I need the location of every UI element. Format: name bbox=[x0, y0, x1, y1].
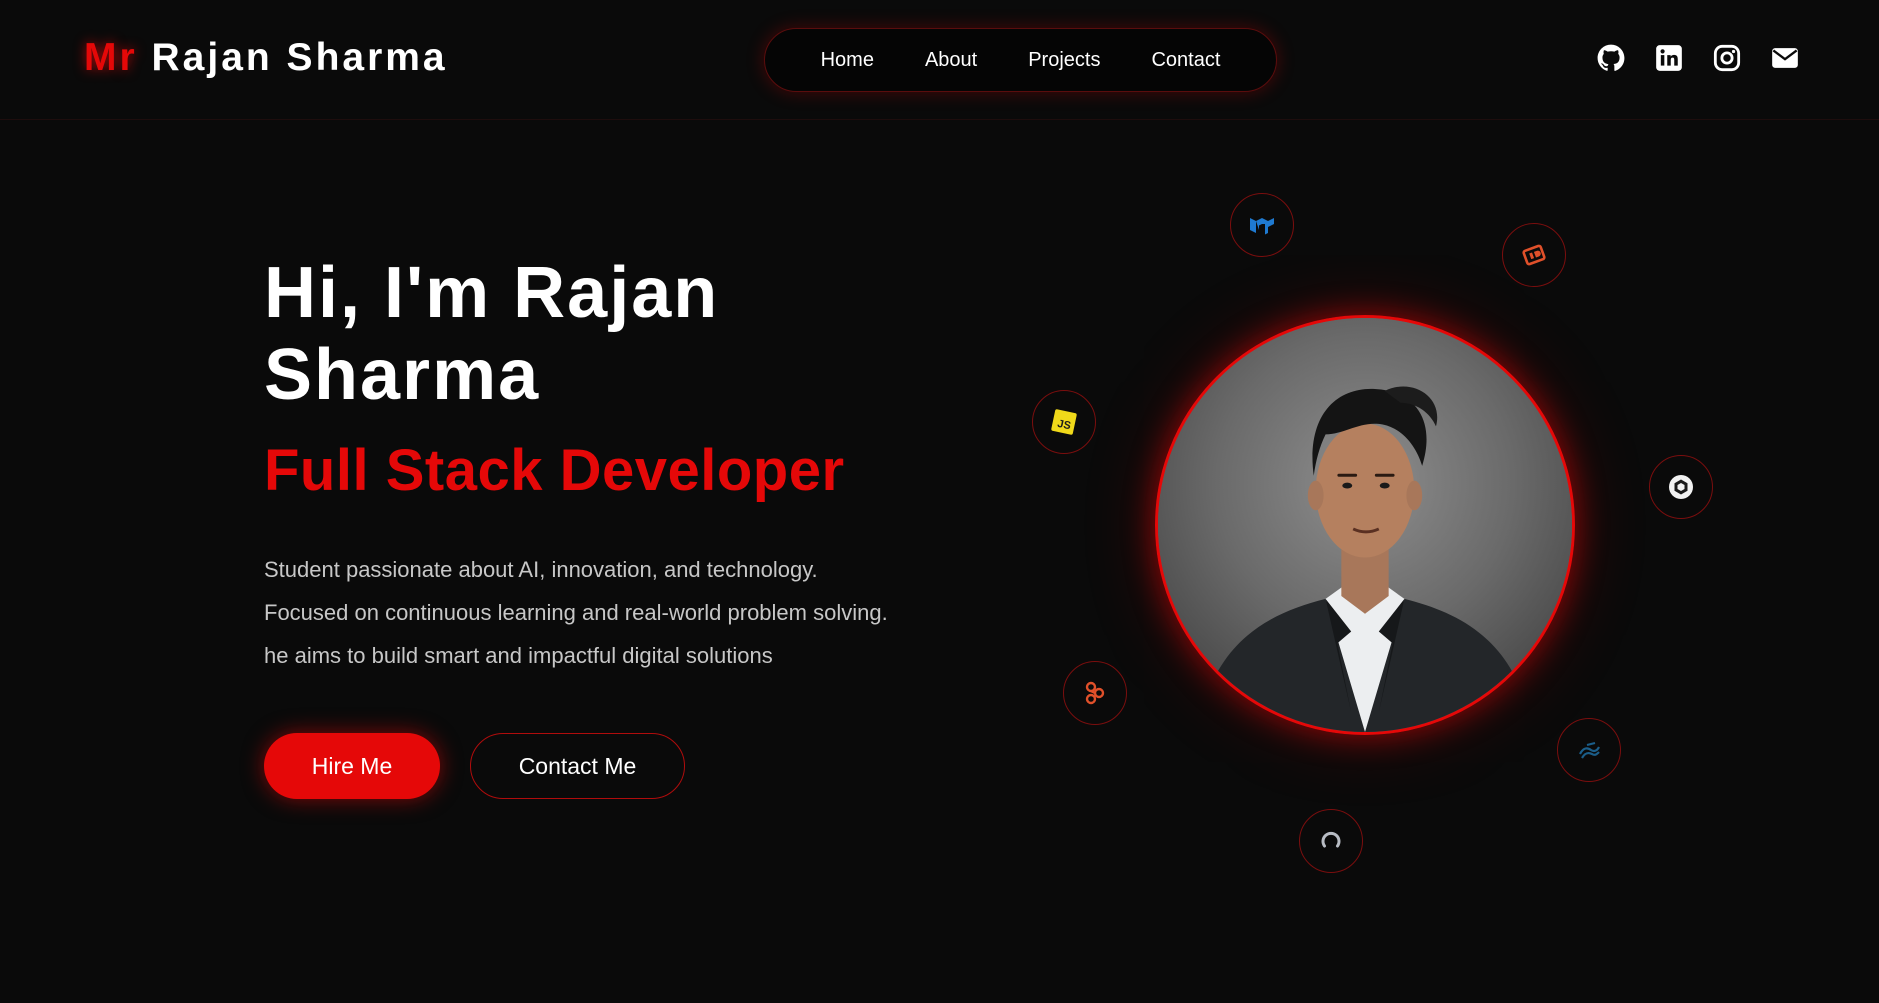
hero-description-line: Student passionate about AI, innovation,… bbox=[264, 557, 818, 582]
hero-description: Student passionate about AI, innovation,… bbox=[264, 548, 1024, 677]
hero-description-line: Focused on continuous learning and real-… bbox=[264, 600, 888, 625]
hero-description-line: he aims to build smart and impactful dig… bbox=[264, 643, 773, 668]
github-icon[interactable] bbox=[1597, 44, 1625, 72]
unity-icon[interactable] bbox=[1649, 455, 1713, 519]
brand-prefix: Mr bbox=[84, 36, 138, 79]
tailwind-icon[interactable] bbox=[1557, 718, 1621, 782]
nav-contact[interactable]: Contact bbox=[1151, 48, 1220, 72]
site-header: Mr Rajan Sharma Home About Projects Cont… bbox=[0, 0, 1879, 120]
profile-photo-illustration bbox=[1158, 318, 1572, 732]
social-links bbox=[1597, 44, 1799, 72]
hire-me-button[interactable]: Hire Me bbox=[264, 733, 440, 799]
javascript-icon[interactable]: JS bbox=[1032, 390, 1096, 454]
figma-icon[interactable] bbox=[1063, 661, 1127, 725]
brand-logo[interactable]: Mr Rajan Sharma bbox=[84, 36, 448, 80]
ideas-icon[interactable] bbox=[1502, 223, 1566, 287]
brand-name: Rajan Sharma bbox=[151, 36, 448, 79]
nav-projects[interactable]: Projects bbox=[1028, 48, 1100, 72]
email-icon[interactable] bbox=[1771, 44, 1799, 72]
instagram-icon[interactable] bbox=[1713, 44, 1741, 72]
nav-about[interactable]: About bbox=[925, 48, 977, 72]
nav-home[interactable]: Home bbox=[821, 48, 874, 72]
hero-title: Hi, I'm Rajan Sharma bbox=[264, 253, 720, 415]
hero-subtitle: Full Stack Developer bbox=[264, 438, 845, 503]
mui-icon[interactable] bbox=[1230, 193, 1294, 257]
contact-me-button[interactable]: Contact Me bbox=[470, 733, 685, 799]
profile-photo bbox=[1155, 315, 1575, 735]
loader-icon[interactable] bbox=[1299, 809, 1363, 873]
linkedin-icon[interactable] bbox=[1655, 44, 1683, 72]
main-nav: Home About Projects Contact bbox=[764, 28, 1277, 92]
